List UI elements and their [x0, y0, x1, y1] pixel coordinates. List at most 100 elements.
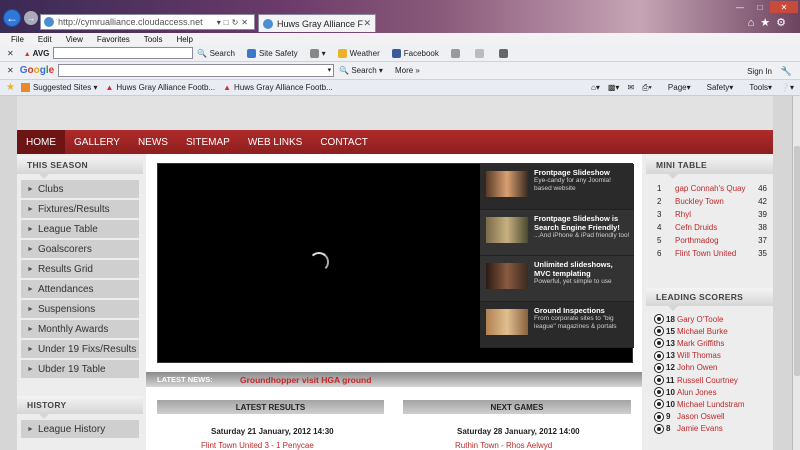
- frontpage-slideshow[interactable]: Frontpage Slideshow Eye-candy for any Jo…: [157, 163, 634, 363]
- team-link[interactable]: Flint Town United: [675, 249, 751, 258]
- calculator-icon: [450, 48, 460, 58]
- team-link[interactable]: Porthmadog: [675, 236, 751, 245]
- scrollbar-thumb[interactable]: [794, 146, 800, 376]
- monitor-button[interactable]: [498, 48, 511, 58]
- favorites-star-icon[interactable]: ★: [6, 82, 15, 93]
- page-menu[interactable]: Page▾: [660, 83, 691, 93]
- slide-text: Frontpage Slideshow is Search Engine Fri…: [534, 214, 630, 240]
- minimize-icon[interactable]: —: [730, 1, 750, 13]
- trash-button[interactable]: ▾: [309, 48, 326, 58]
- tools-menu[interactable]: Tools▾: [741, 83, 772, 93]
- nav-sitemap[interactable]: SITEMAP: [177, 130, 239, 154]
- nav-news[interactable]: NEWS: [129, 130, 177, 154]
- sidebar-item-clubs[interactable]: ► Clubs: [21, 180, 139, 198]
- help-icon[interactable]: ❔▾: [780, 83, 794, 93]
- menu-tools[interactable]: Tools: [144, 35, 163, 44]
- back-arrow-icon[interactable]: ←: [3, 9, 21, 27]
- player-link[interactable]: Alun Jones: [677, 388, 717, 397]
- weather-button[interactable]: Weather: [337, 48, 380, 58]
- close-toolbar-icon[interactable]: ✕: [7, 49, 14, 58]
- safety-menu[interactable]: Safety▾: [699, 83, 734, 93]
- sidebar-item-fixtures-results[interactable]: ► Fixtures/Results: [21, 200, 139, 218]
- nav-gallery[interactable]: GALLERY: [65, 130, 129, 154]
- print-icon[interactable]: ⎙▾: [642, 83, 652, 93]
- fav-suggested-sites[interactable]: Suggested Sites ▾: [20, 83, 97, 92]
- menu-favorites[interactable]: Favorites: [97, 35, 130, 44]
- latest-news-link[interactable]: Groundhopper visit HGA ground: [240, 375, 371, 385]
- dropdown-icon[interactable]: ▾: [328, 66, 332, 74]
- nav-home[interactable]: HOME: [17, 130, 65, 154]
- sidebar-item-label: Goalscorers: [37, 243, 92, 255]
- google-logo[interactable]: Google: [20, 65, 54, 76]
- nav-web-links[interactable]: WEB LINKS: [239, 130, 311, 154]
- sidebar-item-league-table[interactable]: ► League Table: [21, 220, 139, 238]
- forward-arrow-icon[interactable]: →: [24, 11, 38, 25]
- slide-title: Frontpage Slideshow is Search Engine Fri…: [534, 214, 620, 232]
- menu-help[interactable]: Help: [176, 35, 192, 44]
- menu-view[interactable]: View: [66, 35, 83, 44]
- facebook-button[interactable]: Facebook: [391, 48, 439, 58]
- menu-edit[interactable]: Edit: [38, 35, 52, 44]
- fav-link-2[interactable]: ▲ Huws Gray Alliance Footb...: [223, 83, 333, 92]
- browser-tab[interactable]: Huws Gray Alliance Football... ✕: [258, 14, 376, 32]
- home-star-gear-icons[interactable]: ⌂★⚙: [748, 16, 792, 29]
- team-link[interactable]: Rhyl: [675, 210, 751, 219]
- player-link[interactable]: Russell Courtney: [677, 376, 738, 385]
- notepad-button[interactable]: [474, 48, 487, 58]
- player-link[interactable]: Will Thomas: [677, 351, 721, 360]
- slide-title: Unlimited slideshows, MVC templating: [534, 260, 613, 278]
- player-link[interactable]: Michael Burke: [677, 327, 728, 336]
- football-icon: [654, 326, 664, 337]
- close-window-icon[interactable]: ✕: [770, 1, 798, 13]
- team-link[interactable]: Buckley Town: [675, 197, 751, 206]
- close-tab-icon[interactable]: ✕: [363, 18, 371, 29]
- globe-icon: [44, 17, 54, 27]
- wrench-icon[interactable]: 🔧: [781, 66, 792, 77]
- player-link[interactable]: Mark Griffiths: [677, 339, 724, 348]
- avg-logo[interactable]: AVG: [24, 49, 50, 58]
- slide-item[interactable]: Frontpage Slideshow Eye-candy for any Jo…: [480, 164, 634, 210]
- sidebar-item-attendances[interactable]: ► Attendances: [21, 280, 139, 298]
- avg-search-button[interactable]: 🔍 Search: [197, 49, 235, 58]
- sidebar-item-league-history[interactable]: ► League History: [21, 420, 139, 438]
- sidebar-item-results-grid[interactable]: ► Results Grid: [21, 260, 139, 278]
- nav-contact[interactable]: CONTACT: [311, 130, 377, 154]
- google-search-button[interactable]: 🔍 Search ▾: [339, 66, 383, 75]
- mail-icon[interactable]: ✉: [627, 83, 634, 93]
- slide-item[interactable]: Ground Inspections From corporate sites …: [480, 302, 634, 348]
- rss-icon[interactable]: ▩▾: [608, 83, 620, 93]
- google-search-input[interactable]: ▾: [58, 64, 335, 77]
- main-nav: HOME GALLERY NEWS SITEMAP WEB LINKS CONT…: [17, 130, 773, 154]
- home-icon[interactable]: ⌂▾: [591, 83, 600, 93]
- site-safety-button[interactable]: Site Safety: [246, 48, 298, 58]
- player-link[interactable]: Jason Oswell: [677, 412, 725, 421]
- leading-scorers-panel: LEADING SCORERS 18 Gary O'Toole 15 Michael…: [646, 288, 773, 435]
- team-link[interactable]: gap Connah's Quay: [675, 184, 751, 193]
- team-link[interactable]: Cefn Druids: [675, 223, 751, 232]
- sidebar-item-goalscorers[interactable]: ► Goalscorers: [21, 240, 139, 258]
- calculator-button[interactable]: [450, 48, 463, 58]
- sidebar-item-u19-table[interactable]: ► Ubder 19 Table: [21, 360, 139, 378]
- fav-link-1[interactable]: ▲ Huws Gray Alliance Footb...: [105, 83, 215, 92]
- slide-item[interactable]: Unlimited slideshows, MVC templating Pow…: [480, 256, 634, 302]
- slide-item[interactable]: Frontpage Slideshow is Search Engine Fri…: [480, 210, 634, 256]
- player-link[interactable]: Jamie Evans: [677, 424, 723, 433]
- latest-result-row[interactable]: Flint Town United 3 - 1 Penycae: [201, 441, 314, 450]
- sidebar-item-suspensions[interactable]: ► Suspensions: [21, 300, 139, 318]
- facebook-label: Facebook: [403, 48, 439, 58]
- sidebar-item-u19-fixtures[interactable]: ► Under 19 Fixs/Results: [21, 340, 139, 358]
- sidebar-item-monthly-awards[interactable]: ► Monthly Awards: [21, 320, 139, 338]
- maximize-icon[interactable]: □: [750, 1, 770, 13]
- player-link[interactable]: John Owen: [677, 363, 717, 372]
- next-game-row[interactable]: Ruthin Town - Rhos Aelwyd: [455, 441, 552, 450]
- player-link[interactable]: Gary O'Toole: [677, 315, 723, 324]
- close-google-toolbar-icon[interactable]: ✕: [7, 66, 14, 75]
- menu-file[interactable]: File: [11, 35, 24, 44]
- avg-search-input[interactable]: [53, 47, 194, 59]
- player-link[interactable]: Michael Lundstram: [677, 400, 745, 409]
- google-signin-link[interactable]: Sign In: [747, 67, 772, 76]
- google-more-button[interactable]: More »: [395, 66, 420, 75]
- refresh-icon[interactable]: ▾□↻✕: [217, 18, 254, 27]
- address-bar[interactable]: http://cymrualliance.cloudaccess.net ▾□↻…: [40, 14, 255, 30]
- vertical-scrollbar[interactable]: [792, 96, 800, 450]
